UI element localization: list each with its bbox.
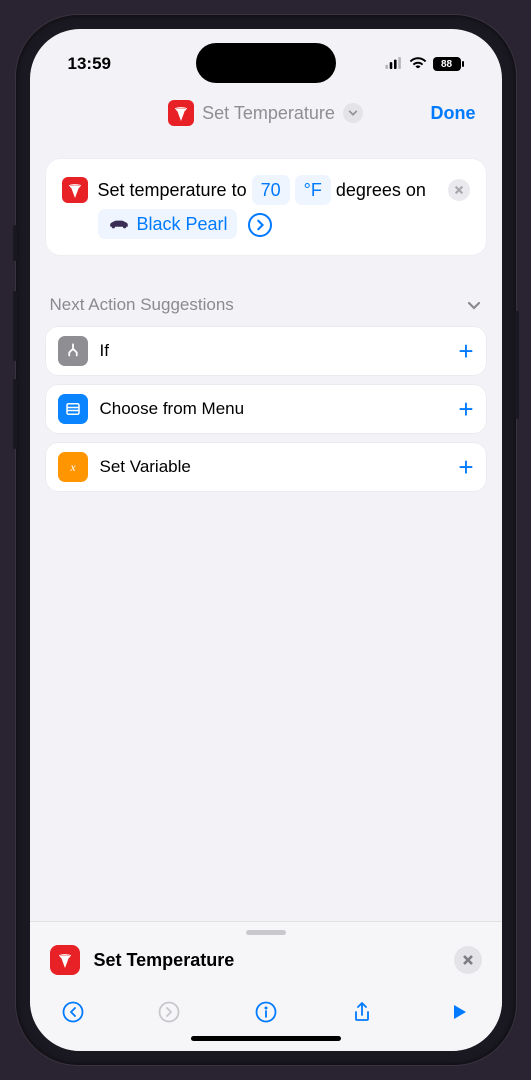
action-text: degrees on: [336, 180, 426, 200]
drag-handle[interactable]: [30, 922, 502, 939]
close-sheet-button[interactable]: [454, 946, 482, 974]
add-suggestion-button[interactable]: +: [458, 452, 473, 483]
temperature-unit-token[interactable]: °F: [295, 175, 331, 205]
share-button[interactable]: [349, 999, 375, 1025]
suggestion-label: Set Variable: [100, 457, 447, 477]
redo-button[interactable]: [156, 999, 182, 1025]
cellular-icon: [385, 54, 403, 74]
svg-text:x: x: [69, 460, 76, 474]
sheet-title: Set Temperature: [94, 950, 440, 971]
tesla-icon: [50, 945, 80, 975]
dynamic-island: [196, 43, 336, 83]
done-button[interactable]: Done: [431, 103, 476, 124]
chevron-down-icon: [466, 297, 482, 313]
status-time: 13:59: [68, 54, 111, 74]
run-button[interactable]: [446, 999, 472, 1025]
disclosure-icon[interactable]: [248, 213, 272, 237]
menu-icon: [58, 394, 88, 424]
var-icon: x: [58, 452, 88, 482]
action-text: Set temperature to: [98, 180, 247, 200]
wifi-icon: [409, 54, 427, 74]
suggestion-row-1[interactable]: Choose from Menu +: [46, 385, 486, 433]
branch-icon: [58, 336, 88, 366]
car-icon: [107, 218, 131, 230]
vehicle-token[interactable]: Black Pearl: [98, 209, 237, 239]
suggestions-header[interactable]: Next Action Suggestions: [46, 295, 486, 327]
suggestion-label: If: [100, 341, 447, 361]
tesla-icon: [62, 177, 88, 203]
undo-button[interactable]: [60, 999, 86, 1025]
temperature-value-token[interactable]: 70: [252, 175, 290, 205]
add-suggestion-button[interactable]: +: [458, 336, 473, 367]
add-suggestion-button[interactable]: +: [458, 394, 473, 425]
suggestion-label: Choose from Menu: [100, 399, 447, 419]
action-card[interactable]: Set temperature to 70 °F degrees on Blac…: [46, 159, 486, 255]
suggestion-row-0[interactable]: If +: [46, 327, 486, 375]
bottom-sheet: Set Temperature: [30, 921, 502, 1051]
home-indicator[interactable]: [191, 1036, 341, 1041]
chevron-down-icon: [343, 103, 363, 123]
toolbar: [30, 989, 502, 1051]
suggestion-row-2[interactable]: x Set Variable +: [46, 443, 486, 491]
nav-bar: Set Temperature Done: [30, 89, 502, 137]
clear-action-button[interactable]: [448, 179, 470, 201]
nav-title-dropdown[interactable]: Set Temperature: [168, 100, 363, 126]
tesla-icon: [168, 100, 194, 126]
battery-icon: 88: [433, 57, 464, 71]
info-button[interactable]: [253, 999, 279, 1025]
